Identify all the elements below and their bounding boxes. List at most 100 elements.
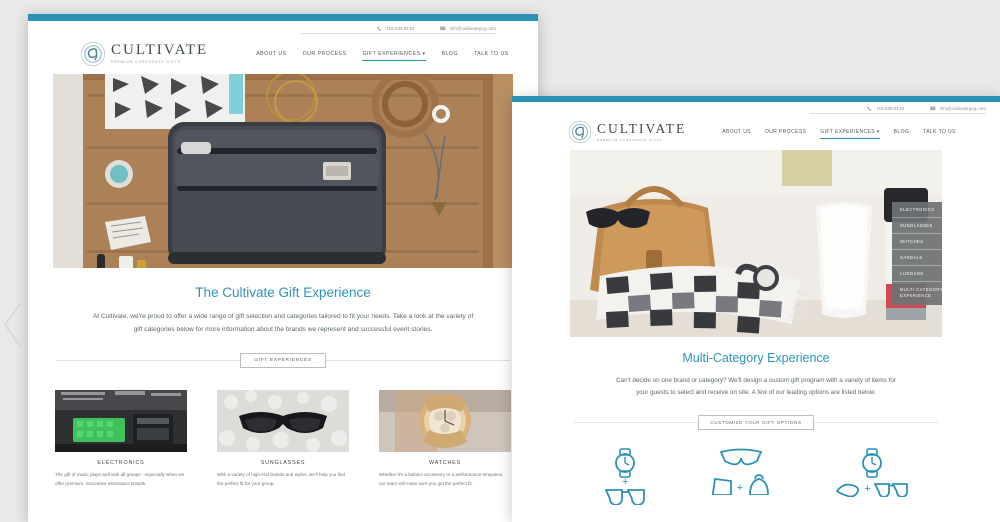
card-description: With a variety of high-end brands and st… [217,472,346,486]
hero-photo-handbag-scarf [570,150,942,337]
divider-right [813,422,938,424]
category-card[interactable]: SUNGLASSES With a variety of high-end br… [217,390,349,488]
email-address: info@cultivatepcg.com [449,26,496,31]
main-nav[interactable]: ABOUT US OUR PROCESS GIFT EXPERIENCES ▾ … [722,129,956,139]
wallet-icon [711,478,732,496]
dropdown-item-electronics[interactable]: ELECTRONICS [892,202,942,218]
phone-number: 716.636.9133 [876,106,905,111]
email-contact[interactable]: info@cultivatepcg.com [930,106,986,111]
category-card[interactable]: ELECTRONICS The gift of music plays well… [55,390,187,488]
gift-experiences-dropdown[interactable]: ELECTRONICS SUNGLASSES WATCHES SANDALS L… [892,202,942,305]
section-title: Multi-Category Experience [682,351,830,365]
hero-image: ELECTRONICS SUNGLASSES WATCHES SANDALS L… [570,150,942,337]
logo[interactable]: CULTIVATE PREMIUM CORPORATE GIFTS [568,120,686,144]
card-thumbnail-sunglasses [217,390,349,453]
dropdown-item-luggage[interactable]: LUGGAGE [892,266,942,282]
plus-symbol: + [621,476,629,489]
browser-window-gift-experience[interactable]: 716.636.9133 info@cultivatepcg.com CULTI… [28,14,538,522]
back-chevron-icon [4,303,21,347]
nav-item-our-process[interactable]: OUR PROCESS [303,51,347,57]
email-contact[interactable]: info@cultivatepcg.com [440,26,496,31]
icon-combo-wallet-backpack[interactable]: + [711,448,771,496]
cta-divider-row: GIFT EXPERIENCES [56,353,510,369]
card-thumbnail-electronics [55,390,187,453]
contact-bar: 716.636.9133 info@cultivatepcg.com [512,102,1000,113]
phone-number: 716.636.9133 [386,26,415,31]
nav-item-gift-experiences[interactable]: GIFT EXPERIENCES ▾ [820,129,880,139]
nav-item-gift-experiences-label: GIFT EXPERIENCES [362,51,421,57]
hero-photo-dopp-kit [53,74,513,268]
backpack-icon [749,474,769,496]
plus-symbol: + [864,482,871,495]
sunglasses-photo [217,390,349,453]
brand-tagline: PREMIUM CORPORATE GIFTS [597,137,663,142]
wordmark: CULTIVATE PREMIUM CORPORATE GIFTS [597,122,686,142]
eyeglasses-icon [604,489,646,506]
gift-experiences-button[interactable]: GIFT EXPERIENCES [240,353,326,369]
divider-right [325,360,510,362]
sandal-icon [836,484,860,498]
cultivate-swirl-logo-icon [80,41,106,67]
chevron-down-icon: ▾ [420,51,426,57]
dropdown-item-watches[interactable]: WATCHES [892,234,942,250]
nav-active-underline [820,138,880,139]
site-header: CULTIVATE PREMIUM CORPORATE GIFTS ABOUT … [28,34,538,74]
icon-combo-watch-eyeglasses[interactable]: + [604,448,646,506]
nav-active-underline [362,60,426,61]
dropdown-item-sunglasses[interactable]: SUNGLASSES [892,218,942,234]
card-title: SUNGLASSES [260,460,306,467]
card-title: ELECTRONICS [97,460,145,467]
watch-icon [861,448,882,479]
section-title: The Cultivate Gift Experience [195,285,371,300]
cultivate-swirl-logo-icon [568,120,592,144]
divider-left [574,422,699,424]
divider-left [56,360,241,362]
section-body: Can't decide on one brand or category? W… [616,377,896,397]
watch-icon [615,448,636,479]
brand-tagline: PREMIUM CORPORATE GIFTS [111,60,181,65]
dropdown-item-multi-category-experience[interactable]: MULTI-CATEGORY EXPERIENCE [892,282,942,305]
browser-window-multi-category[interactable]: 716.636.9133 info@cultivatepcg.com CULTI… [512,96,1000,522]
nav-item-blog[interactable]: BLOG [894,129,910,135]
envelope-icon [440,26,446,31]
nav-item-about-us[interactable]: ABOUT US [256,51,286,57]
wordmark: CULTIVATE PREMIUM CORPORATE GIFTS [111,43,208,64]
card-thumbnail-watches [379,390,511,453]
card-description: The gift of music plays well with all gr… [55,472,185,486]
main-nav[interactable]: ABOUT US OUR PROCESS GIFT EXPERIENCES ▾ … [256,51,509,61]
phone-icon [867,106,872,111]
nav-item-talk-to-us[interactable]: TALK TO US [474,51,509,57]
site-header: CULTIVATE PREMIUM CORPORATE GIFTS ABOUT … [512,114,1000,150]
nav-item-our-process[interactable]: OUR PROCESS [765,129,806,135]
card-description: Whether it's a fashion accessory or a pe… [379,472,504,486]
nav-item-talk-to-us[interactable]: TALK TO US [923,129,956,135]
cta-divider-row: CUSTOMIZE YOUR GIFT OPTIONS [574,415,938,431]
icon-combo-row: + + + [572,448,940,506]
dropdown-item-sandals[interactable]: SANDALS [892,250,942,266]
hero-image [53,74,513,268]
nav-item-gift-experiences-label: GIFT EXPERIENCES [820,129,875,135]
nav-item-gift-experiences[interactable]: GIFT EXPERIENCES ▾ [362,51,426,61]
eyeglasses-icon [873,483,908,498]
sunglasses-icon [719,448,763,466]
plus-symbol: + [736,482,743,495]
icon-combo-sandal-eyeglasses[interactable]: + [835,448,908,498]
phone-contact[interactable]: 716.636.9133 [867,106,904,111]
accent-bar [28,14,538,21]
card-title: WATCHES [429,460,461,467]
logo[interactable]: CULTIVATE PREMIUM CORPORATE GIFTS [80,41,208,67]
section-body: At Cultivate, we're proud to offer a wid… [92,313,474,333]
watches-photo [379,390,511,453]
category-card[interactable]: WATCHES Whether it's a fashion accessory… [379,390,511,488]
customize-gift-options-button[interactable]: CUSTOMIZE YOUR GIFT OPTIONS [698,415,814,431]
nav-item-blog[interactable]: BLOG [442,51,458,57]
phone-icon [377,26,382,31]
nav-item-about-us[interactable]: ABOUT US [722,129,751,135]
envelope-icon [930,106,936,111]
electronics-photo [55,390,187,453]
category-cards: ELECTRONICS The gift of music plays well… [55,390,511,488]
phone-contact[interactable]: 716.636.9133 [377,26,414,31]
contact-bar: 716.636.9133 info@cultivatepcg.com [28,21,538,33]
brand-name: CULTIVATE [111,42,209,59]
email-address: info@cultivatepcg.com [939,106,986,111]
